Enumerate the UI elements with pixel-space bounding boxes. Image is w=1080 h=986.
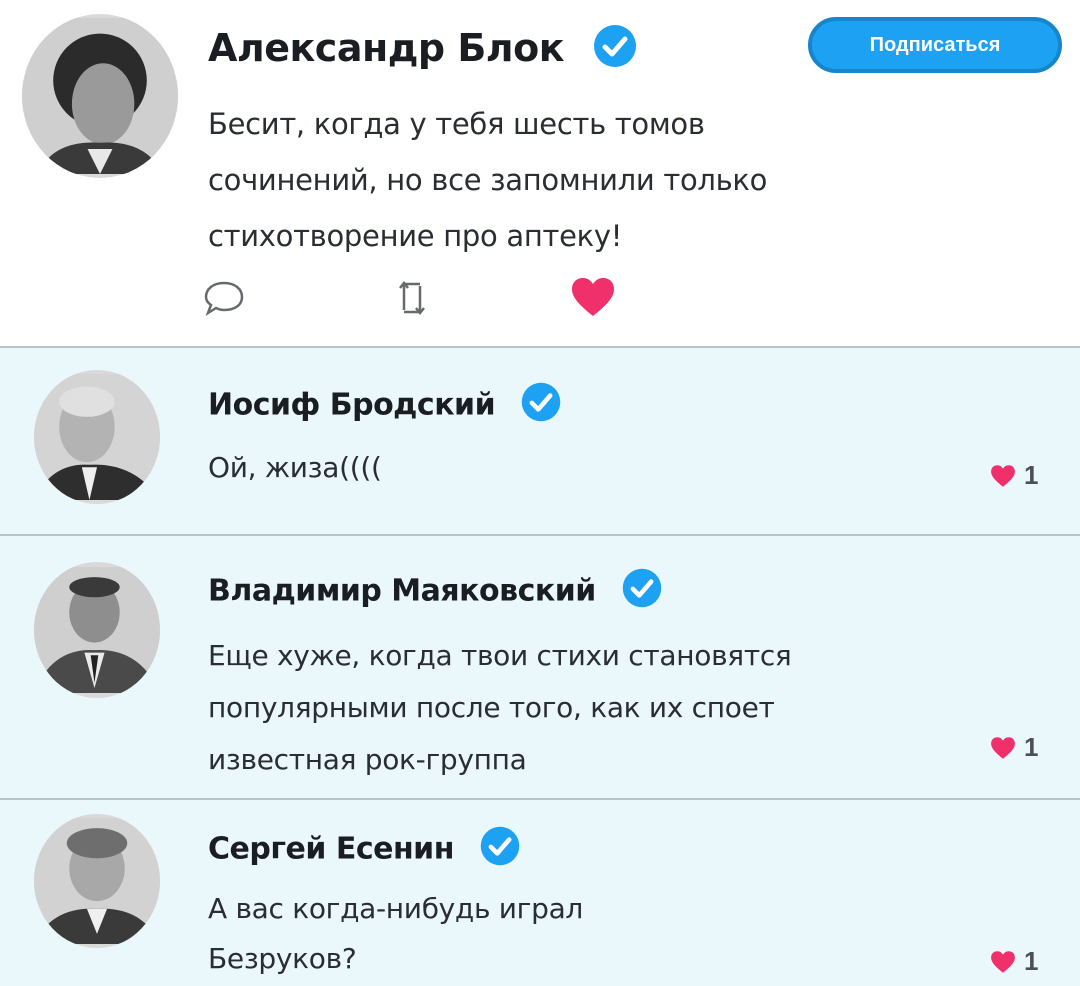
reply-item: Сергей Есенин А вас когда-нибудь играл Б… (0, 800, 1080, 986)
like-icon[interactable] (570, 276, 616, 322)
like-count[interactable]: 1 (990, 946, 1038, 977)
post-text: Бесит, когда у тебя шесть томов сочинени… (208, 96, 767, 264)
like-icon (991, 950, 1015, 973)
avatar-esenin[interactable] (34, 814, 160, 948)
reply-text-line: Безруков? (208, 942, 357, 975)
verified-icon (620, 566, 664, 618)
verified-icon (478, 824, 522, 876)
reply-text-line: популярными после того, как их споет (208, 691, 775, 724)
portrait-photo (22, 18, 178, 174)
verified-icon (591, 22, 639, 79)
portrait-photo (34, 567, 160, 693)
reply-text: Еще хуже, когда твои стихи становятся по… (208, 630, 792, 786)
avatar-blok[interactable] (22, 14, 178, 178)
author-name[interactable]: Александр Блок (208, 22, 639, 79)
post-text-line: сочинений, но все запомнили только (208, 163, 768, 197)
avatar-brodsky[interactable] (34, 370, 160, 504)
like-icon (991, 464, 1015, 487)
like-count[interactable]: 1 (990, 732, 1038, 763)
reply-text-line: А вас когда-нибудь играл (208, 892, 584, 925)
avatar-mayakovsky[interactable] (34, 562, 160, 698)
reply-item: Иосиф Бродский Ой, жиза(((( 1 (0, 348, 1080, 534)
post-text-line: Бесит, когда у тебя шесть томов (208, 107, 705, 141)
author-name[interactable]: Владимир Маяковский (208, 566, 664, 618)
main-post: Александр Блок Подписаться Бесит, когда … (0, 0, 1080, 348)
like-icon (991, 736, 1015, 759)
reply-text-line: Еще хуже, когда твои стихи становятся (208, 639, 792, 672)
verified-icon (519, 380, 563, 432)
portrait-photo (34, 818, 160, 944)
reply-text: Ой, жиза(((( (208, 444, 382, 492)
portrait-photo (34, 374, 160, 500)
reply-text-line: известная рок-группа (208, 743, 527, 776)
post-text-line: стихотворение про аптеку! (208, 219, 623, 253)
author-name[interactable]: Сергей Есенин (208, 824, 522, 876)
author-name[interactable]: Иосиф Бродский (208, 380, 563, 432)
reply-text-line: Ой, жиза(((( (208, 451, 382, 484)
reply-item: Владимир Маяковский Еще хуже, когда твои… (0, 536, 1080, 798)
retweet-icon[interactable] (392, 276, 432, 324)
comment-icon[interactable] (202, 278, 246, 322)
subscribe-button[interactable]: Подписаться (808, 17, 1062, 73)
reply-text: А вас когда-нибудь играл Безруков? (208, 884, 583, 984)
like-count[interactable]: 1 (990, 460, 1038, 491)
